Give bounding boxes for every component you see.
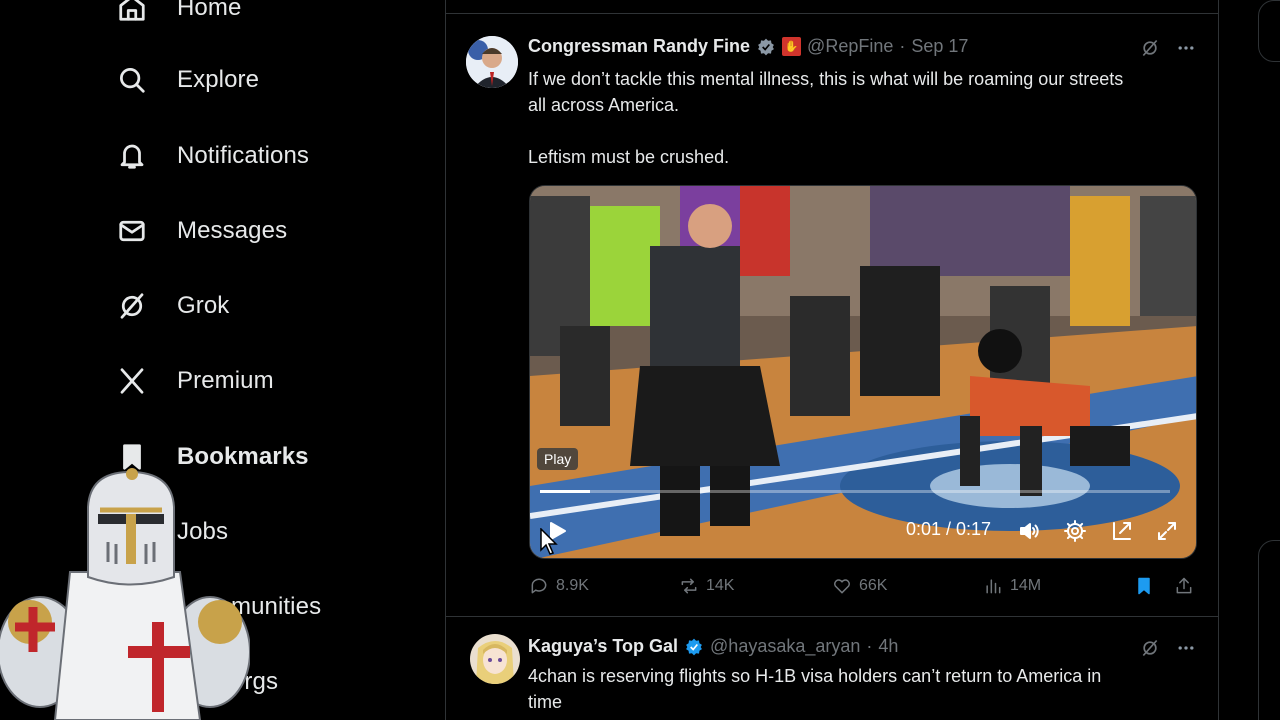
video-player[interactable] xyxy=(529,185,1197,559)
more-options-icon[interactable] xyxy=(1176,638,1196,658)
bookmark-filled-icon xyxy=(1138,577,1150,595)
like-button[interactable]: 66K xyxy=(832,576,887,596)
affiliate-badge-icon: ✋ xyxy=(782,37,802,56)
views-button[interactable]: 14M xyxy=(983,576,1041,596)
search-icon xyxy=(116,64,148,96)
pip-icon xyxy=(1113,522,1131,540)
grok-icon[interactable] xyxy=(1140,38,1160,58)
more-options-icon[interactable] xyxy=(1176,38,1196,58)
author-handle[interactable]: @RepFine xyxy=(807,36,893,57)
views-count: 14M xyxy=(1010,577,1042,594)
author-name[interactable]: Congressman Randy Fine xyxy=(528,36,750,57)
volume-button[interactable] xyxy=(1015,517,1043,545)
grok-icon xyxy=(116,290,148,322)
repost-icon xyxy=(681,578,697,594)
author-handle[interactable]: @hayasaka_aryan xyxy=(710,636,860,657)
share-button[interactable] xyxy=(1174,576,1194,596)
divider xyxy=(446,13,1218,14)
nav-item-messages[interactable]: Messages xyxy=(116,209,287,253)
post-top-actions xyxy=(1140,638,1196,658)
avatar[interactable] xyxy=(466,36,518,88)
x-logo-icon xyxy=(116,365,148,397)
video-timecode: 0:01 / 0:17 xyxy=(906,519,992,539)
post-header: Kaguya’s Top Gal @hayasaka_aryan · 4h xyxy=(528,636,898,657)
reply-count: 8.9K xyxy=(556,577,589,594)
like-count: 66K xyxy=(859,577,888,594)
nav-item-label: Messages xyxy=(177,217,288,244)
fullscreen-button[interactable] xyxy=(1153,517,1181,545)
author-name[interactable]: Kaguya’s Top Gal xyxy=(528,636,678,657)
picture-in-picture-button[interactable] xyxy=(1108,517,1136,545)
nav-item-grok[interactable]: Grok xyxy=(116,284,229,328)
views-chart-icon xyxy=(986,579,1001,594)
post-date[interactable]: Sep 17 xyxy=(911,36,968,57)
verified-badge-icon xyxy=(758,38,774,55)
post-text-line: If we don’t tackle this mental illness, … xyxy=(528,69,1124,89)
mouse-cursor-icon xyxy=(540,528,558,555)
nav-item-label: Home xyxy=(177,0,242,21)
sidebar-card-partial xyxy=(1258,540,1280,720)
post-top-actions xyxy=(1140,38,1196,58)
nav-item-label: Explore xyxy=(177,66,260,93)
home-icon xyxy=(116,0,148,24)
verified-badge-icon xyxy=(686,638,702,655)
settings-button[interactable] xyxy=(1061,517,1089,545)
post-text-line: Leftism must be crushed. xyxy=(528,147,730,167)
reply-icon xyxy=(531,578,547,594)
heart-icon xyxy=(834,579,850,594)
sidebar-card-partial xyxy=(1258,0,1280,62)
dot-separator: · xyxy=(866,636,873,656)
volume-icon xyxy=(1020,523,1039,539)
bell-icon xyxy=(116,140,148,172)
grok-icon[interactable] xyxy=(1140,638,1160,658)
gear-icon xyxy=(1064,520,1086,542)
play-tooltip: Play xyxy=(537,448,579,470)
nav-item-notifications[interactable]: Notifications xyxy=(116,134,309,178)
post-text-line: time xyxy=(528,692,563,712)
nav-item-home[interactable]: Home xyxy=(116,0,241,30)
post-text-line: all across America. xyxy=(528,95,680,115)
repost-button[interactable]: 14K xyxy=(679,576,734,596)
nav-item-explore[interactable]: Explore xyxy=(116,58,259,102)
post-text-line: 4chan is reserving flights so H-1B visa … xyxy=(528,666,1102,686)
fullscreen-icon xyxy=(1158,522,1176,540)
nav-item-label: Grok xyxy=(177,292,230,319)
nav-item-premium[interactable]: Premium xyxy=(116,359,274,403)
knight-overlay-image xyxy=(0,468,250,720)
post-header: Congressman Randy Fine ✋ @RepFine · Sep … xyxy=(528,36,968,57)
dot-separator: · xyxy=(899,36,906,56)
nav-item-label: Notifications xyxy=(177,142,310,169)
video-frame-image xyxy=(530,186,1196,558)
repost-count: 14K xyxy=(706,577,735,594)
nav-item-label: Premium xyxy=(177,367,274,394)
post-text: If we don’t tackle this mental illness, … xyxy=(528,66,1208,170)
post-text: 4chan is reserving flights so H-1B visa … xyxy=(528,663,1208,715)
video-progress-bar[interactable] xyxy=(540,490,1170,493)
video-progress-fill xyxy=(540,490,591,493)
divider xyxy=(446,616,1218,617)
avatar[interactable] xyxy=(470,634,520,684)
bookmark-button[interactable] xyxy=(1134,576,1154,596)
share-icon xyxy=(1176,577,1192,594)
reply-button[interactable]: 8.9K xyxy=(529,576,589,596)
post-date[interactable]: 4h xyxy=(878,636,898,657)
envelope-icon xyxy=(116,215,148,247)
